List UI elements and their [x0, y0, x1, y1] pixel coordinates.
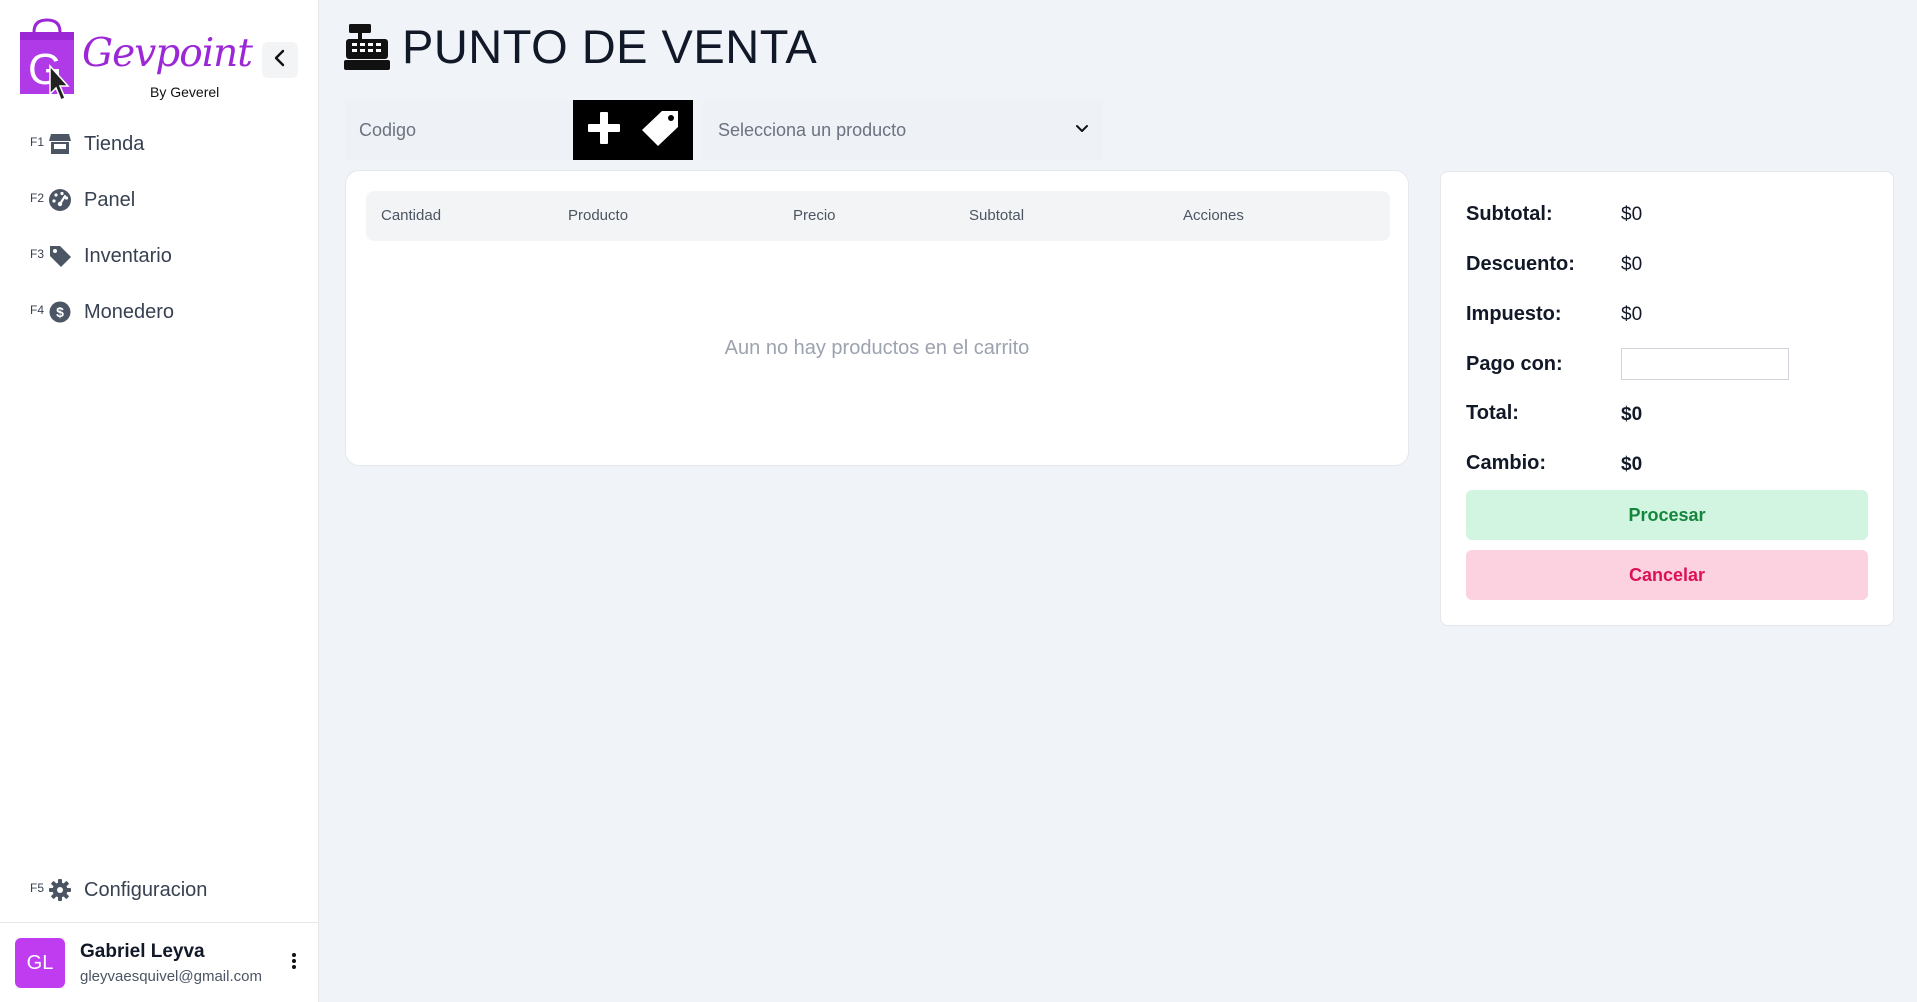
gear-icon [48, 878, 72, 902]
store-icon [48, 132, 72, 156]
column-header-subtotal: Subtotal [969, 207, 1025, 224]
user-email: gleyvaesquivel@gmail.com [80, 968, 262, 985]
sidebar-item-configuracion[interactable]: F5 Configuracion [0, 864, 318, 920]
sidebar-nav: F1 Tienda F2 Panel F3 Inventario F4 $ Mo… [0, 118, 318, 342]
cash-register-icon [344, 24, 390, 70]
cart-table: Cantidad Producto Precio Subtotal Accion… [345, 170, 1409, 466]
plus-icon [586, 110, 622, 151]
product-select[interactable]: Selecciona un producto [703, 100, 1103, 160]
logo-subtitle: By Geverel [150, 84, 220, 100]
column-header-producto: Producto [568, 207, 629, 224]
subtotal-label: Subtotal: [1466, 203, 1553, 225]
column-header-cantidad: Cantidad [381, 207, 442, 224]
user-profile: GL Gabriel Leyva gleyvaesquivel@gmail.co… [0, 922, 318, 1002]
gauge-icon [48, 188, 72, 212]
shortcut-key: F2 [30, 191, 45, 205]
svg-text:$: $ [56, 304, 64, 320]
shortcut-key: F5 [30, 881, 45, 895]
page-title: PUNTO DE VENTA [402, 20, 818, 73]
sidebar-item-label: Tienda [84, 133, 145, 155]
tag-icon [640, 109, 680, 152]
discount-value: $0 [1621, 254, 1643, 275]
sidebar: G Gevpoint By Geverel F1 Tienda F2 Panel [0, 0, 319, 1002]
sidebar-item-label: Monedero [84, 301, 175, 323]
tax-value: $0 [1621, 304, 1643, 325]
column-header-precio: Precio [793, 207, 836, 224]
order-summary: Subtotal: $0 Descuento: $0 Impuesto: $0 … [1440, 171, 1894, 626]
sidebar-item-label: Inventario [84, 245, 172, 267]
total-value: $0 [1621, 404, 1643, 425]
tax-label: Impuesto: [1466, 303, 1562, 325]
sidebar-item-inventario[interactable]: F3 Inventario [0, 230, 318, 286]
add-product-button[interactable] [573, 100, 693, 160]
subtotal-value: $0 [1621, 204, 1643, 225]
product-select-value: Selecciona un producto [718, 119, 907, 140]
shortcut-key: F3 [30, 247, 45, 261]
page-header: PUNTO DE VENTA [344, 22, 817, 72]
cancel-button[interactable]: Cancelar [1466, 550, 1868, 600]
empty-cart-message: Aun no hay productos en el carrito [724, 337, 1030, 359]
pay-with-label: Pago con: [1466, 353, 1563, 375]
sidebar-item-label: Configuracion [84, 879, 208, 901]
chevron-left-icon [273, 49, 287, 72]
shortcut-key: F1 [30, 135, 45, 149]
logo-text: Gevpoint [82, 31, 253, 76]
user-menu-button[interactable] [284, 951, 304, 975]
table-header: Cantidad Producto Precio Subtotal Accion… [366, 191, 1390, 241]
dollar-circle-icon: $ [48, 300, 72, 324]
more-vertical-icon [291, 952, 297, 975]
user-name: Gabriel Leyva [80, 941, 205, 962]
code-input[interactable] [345, 100, 573, 160]
sidebar-item-monedero[interactable]: F4 $ Monedero [0, 286, 318, 342]
shopping-bag-logo-icon: G [18, 18, 76, 102]
app-logo[interactable]: G Gevpoint By Geverel [18, 18, 253, 102]
sidebar-item-label: Panel [84, 189, 136, 211]
shortcut-key: F4 [30, 303, 45, 317]
sidebar-item-tienda[interactable]: F1 Tienda [0, 118, 318, 174]
total-label: Total: [1466, 402, 1519, 424]
column-header-acciones: Acciones [1183, 207, 1244, 224]
process-button[interactable]: Procesar [1466, 490, 1868, 540]
sidebar-item-panel[interactable]: F2 Panel [0, 174, 318, 230]
pay-with-input[interactable] [1621, 348, 1789, 380]
discount-label: Descuento: [1466, 253, 1575, 275]
collapse-sidebar-button[interactable] [262, 42, 298, 78]
tag-icon [48, 244, 72, 268]
change-value: $0 [1621, 454, 1643, 475]
chevron-down-icon [1075, 121, 1089, 139]
avatar[interactable]: GL [15, 938, 65, 988]
change-label: Cambio: [1466, 452, 1546, 474]
